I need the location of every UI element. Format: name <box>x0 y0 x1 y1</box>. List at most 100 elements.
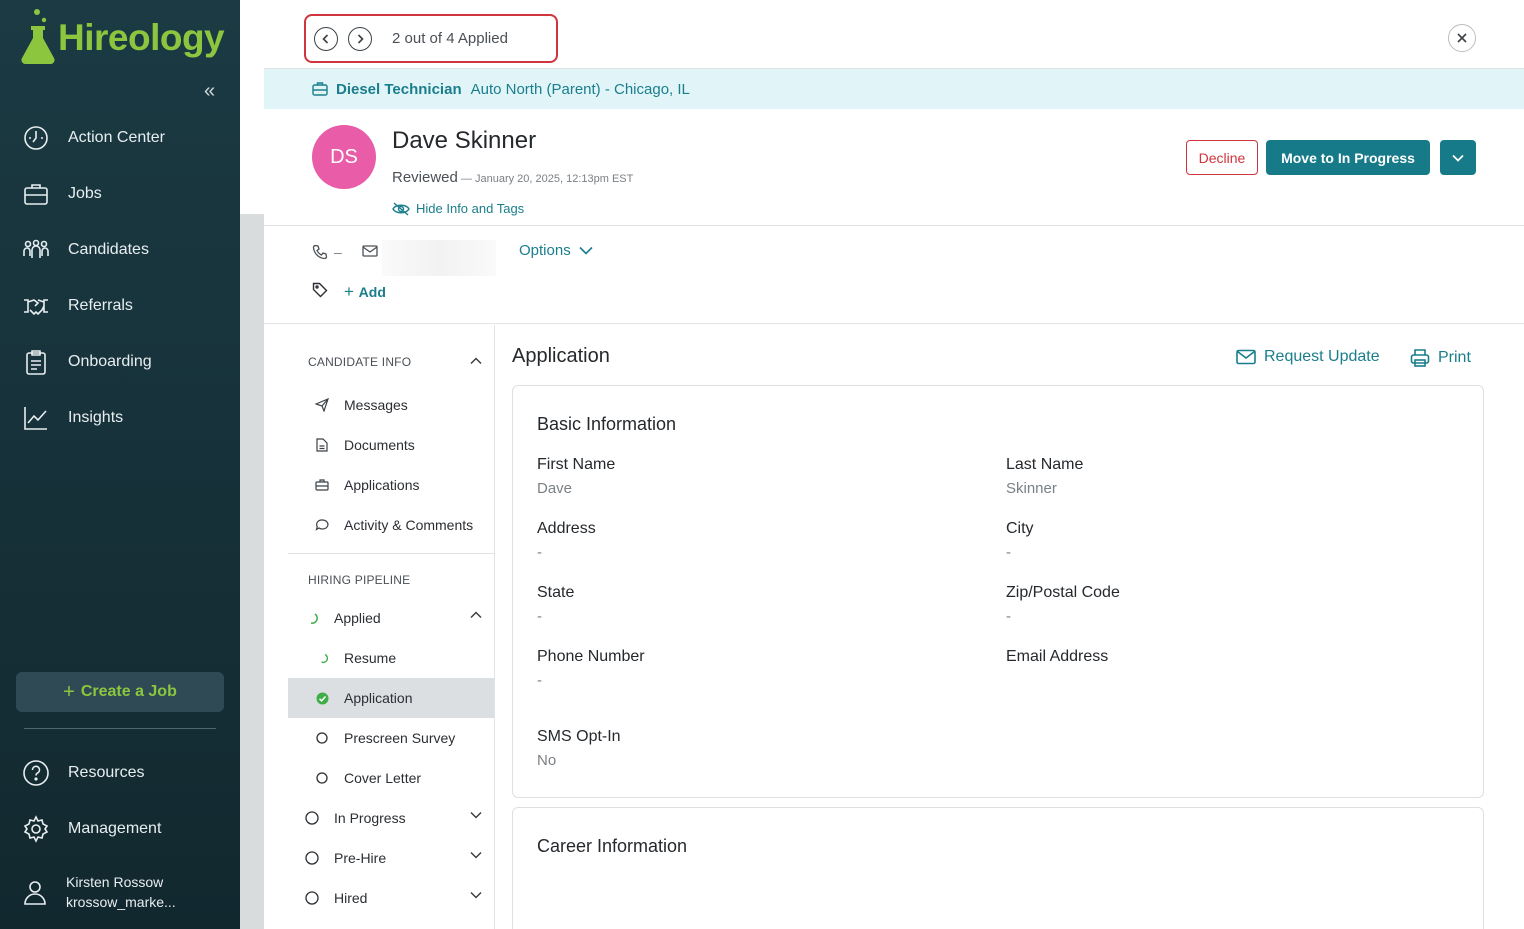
nav-referrals[interactable]: Referrals <box>22 290 133 322</box>
mail-icon[interactable] <box>362 244 378 258</box>
stage-label: Applied <box>334 610 381 626</box>
field-label: State <box>537 584 575 601</box>
step-cover-letter[interactable]: Cover Letter <box>288 758 494 798</box>
print-label: Print <box>1438 349 1471 366</box>
menu-item-activity[interactable]: Activity & Comments <box>288 505 494 545</box>
menu-item-label: Documents <box>344 437 415 453</box>
flask-icon <box>21 9 55 64</box>
collapse-sidebar-icon[interactable]: « <box>204 80 215 103</box>
nav-label: Action Center <box>68 129 165 146</box>
check-circle-icon <box>314 690 330 706</box>
briefcase-icon <box>24 184 48 205</box>
hireology-logo[interactable]: Hireology <box>20 8 225 64</box>
print-button[interactable]: Print <box>1410 348 1471 368</box>
field-label: Zip/Postal Code <box>1006 584 1120 601</box>
decline-button[interactable]: Decline <box>1186 140 1258 175</box>
field-value: No <box>537 752 557 769</box>
nav-insights[interactable]: Insights <box>22 402 123 434</box>
candidate-pager: 2 out of 4 Applied <box>304 14 558 63</box>
request-update-button[interactable]: Request Update <box>1236 348 1380 366</box>
field-last-name: Last Name Skinner <box>1006 456 1083 497</box>
candidate-menu: CANDIDATE INFO Messages Documents Applic… <box>288 325 495 929</box>
empty-circle-icon <box>314 770 330 786</box>
career-information-card: Career Information <box>512 807 1484 929</box>
create-job-button[interactable]: + Create a Job <box>16 672 224 712</box>
field-label: First Name <box>537 456 616 473</box>
job-location: Auto North (Parent) - Chicago, IL <box>470 80 690 98</box>
sidebar-divider <box>24 728 216 729</box>
stage-hired[interactable]: Hired <box>288 878 494 918</box>
chevron-up-icon[interactable] <box>470 357 482 365</box>
candidate-status: Reviewed — January 20, 2025, 12:13pm EST <box>392 169 633 186</box>
avatar: DS <box>312 125 376 189</box>
tag-icon <box>312 282 328 298</box>
chevron-down-icon <box>1452 154 1464 162</box>
step-label: Resume <box>344 650 397 666</box>
field-zip: Zip/Postal Code - <box>1006 584 1120 625</box>
close-panel-button[interactable] <box>1448 24 1476 52</box>
stage-pre-hire[interactable]: Pre-Hire <box>288 838 494 878</box>
empty-circle-icon <box>314 730 330 746</box>
field-label: Last Name <box>1006 456 1084 473</box>
gear-icon <box>23 815 49 843</box>
plus-icon: + <box>344 282 359 301</box>
stage-applied[interactable]: Applied <box>288 598 494 638</box>
close-icon <box>1457 33 1467 43</box>
user-menu[interactable]: Kirsten Rossow krossow_marke... <box>22 872 176 912</box>
chevron-down-icon <box>470 851 482 859</box>
printer-icon <box>1410 349 1430 367</box>
field-value: Dave <box>537 480 573 497</box>
send-icon <box>314 397 330 413</box>
sidebar: Hireology « Action Center Jobs Candidate… <box>0 0 240 929</box>
previous-candidate-button[interactable] <box>314 26 338 51</box>
step-label: Cover Letter <box>344 770 422 786</box>
logo-wordmark: Hireology <box>58 17 225 58</box>
more-actions-dropdown[interactable] <box>1440 140 1476 175</box>
job-title-link[interactable]: Diesel Technician <box>336 81 462 98</box>
menu-item-applications[interactable]: Applications <box>288 465 494 505</box>
user-handle: krossow_marke... <box>66 894 176 910</box>
nav-management[interactable]: Management <box>22 813 161 845</box>
nav-onboarding[interactable]: Onboarding <box>22 346 152 378</box>
step-label: Prescreen Survey <box>344 730 456 746</box>
field-label: SMS Opt-In <box>537 728 621 745</box>
step-prescreen-survey[interactable]: Prescreen Survey <box>288 718 494 758</box>
user-name: Kirsten Rossow <box>66 874 164 890</box>
field-label: Address <box>537 520 596 537</box>
briefcase-icon <box>312 82 328 96</box>
add-tag-button[interactable]: + Add <box>344 282 386 302</box>
menu-item-messages[interactable]: Messages <box>288 385 494 425</box>
options-dropdown[interactable]: Options <box>519 242 593 259</box>
candidate-name: Dave Skinner <box>392 127 537 154</box>
move-to-in-progress-button[interactable]: Move to In Progress <box>1266 140 1430 175</box>
field-first-name: First Name Dave <box>537 456 615 497</box>
next-candidate-button[interactable] <box>348 26 372 51</box>
basic-information-card: Basic Information First Name Dave Last N… <box>512 385 1484 798</box>
menu-item-documents[interactable]: Documents <box>288 425 494 465</box>
background-strip-top <box>240 0 264 214</box>
nav-label: Management <box>68 820 162 837</box>
section-title: Basic Information <box>537 414 677 434</box>
chevron-down-icon <box>470 891 482 899</box>
nav-resources[interactable]: Resources <box>22 757 144 789</box>
step-resume[interactable]: Resume <box>288 638 494 678</box>
nav-label: Resources <box>68 764 145 781</box>
options-label: Options <box>519 242 571 259</box>
menu-item-label: Messages <box>344 397 408 413</box>
stage-in-progress[interactable]: In Progress <box>288 798 494 838</box>
chevron-up-icon <box>470 611 482 619</box>
chevron-left-icon <box>322 33 329 44</box>
briefcase-icon <box>314 477 330 493</box>
step-label: Application <box>344 690 413 706</box>
progress-arc-icon <box>304 610 320 626</box>
phone-contact[interactable]: – <box>312 244 342 260</box>
status-label: Reviewed <box>392 169 458 186</box>
step-application[interactable]: Application <box>288 678 494 718</box>
chevron-right-icon <box>357 33 364 44</box>
nav-jobs[interactable]: Jobs <box>22 178 102 210</box>
field-label: Phone Number <box>537 648 645 665</box>
clipboard-icon <box>26 350 46 375</box>
hide-info-toggle[interactable]: Hide Info and Tags <box>392 201 524 216</box>
nav-action-center[interactable]: Action Center <box>22 122 165 154</box>
nav-candidates[interactable]: Candidates <box>22 234 149 266</box>
